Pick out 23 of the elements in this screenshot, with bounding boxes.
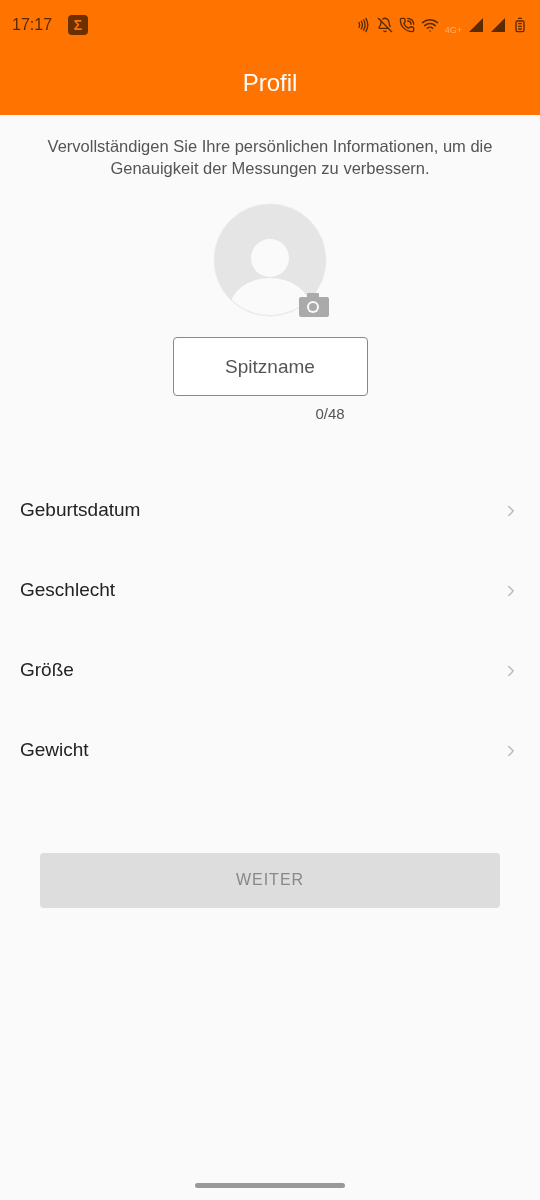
avatar-placeholder[interactable]	[213, 203, 327, 317]
profile-row[interactable]: Geschlecht	[0, 550, 540, 631]
profile-row[interactable]: Größe	[0, 630, 540, 711]
row-label: Größe	[20, 658, 74, 683]
character-counter: 0/48	[315, 404, 345, 424]
profile-row[interactable]: Gewicht	[0, 710, 540, 791]
row-label: Geburtsdatum	[20, 498, 141, 523]
wifi-icon	[420, 16, 439, 34]
bell-off-icon	[376, 17, 393, 33]
camera-icon[interactable]	[299, 293, 329, 317]
profile-row[interactable]: Geburtsdatum	[0, 470, 540, 551]
status-time: 17:17	[12, 15, 53, 35]
signal-icon	[490, 17, 506, 33]
network-type: 4G+	[444, 24, 462, 38]
phone-call-icon	[398, 17, 415, 33]
battery-icon	[512, 17, 528, 33]
row-label: Gewicht	[20, 738, 89, 763]
intro-text: Vervollständigen Sie Ihre persönlichen Informationen, um die Genauigkeit der Messungen zu verbessern.	[46, 136, 494, 179]
signal-icon	[468, 17, 484, 33]
row-label: Geschlecht	[20, 578, 116, 603]
app-notification-icon: Σ	[68, 15, 89, 35]
page-title: Profil	[242, 67, 298, 98]
nickname-field[interactable]: Spitzname	[172, 337, 368, 396]
